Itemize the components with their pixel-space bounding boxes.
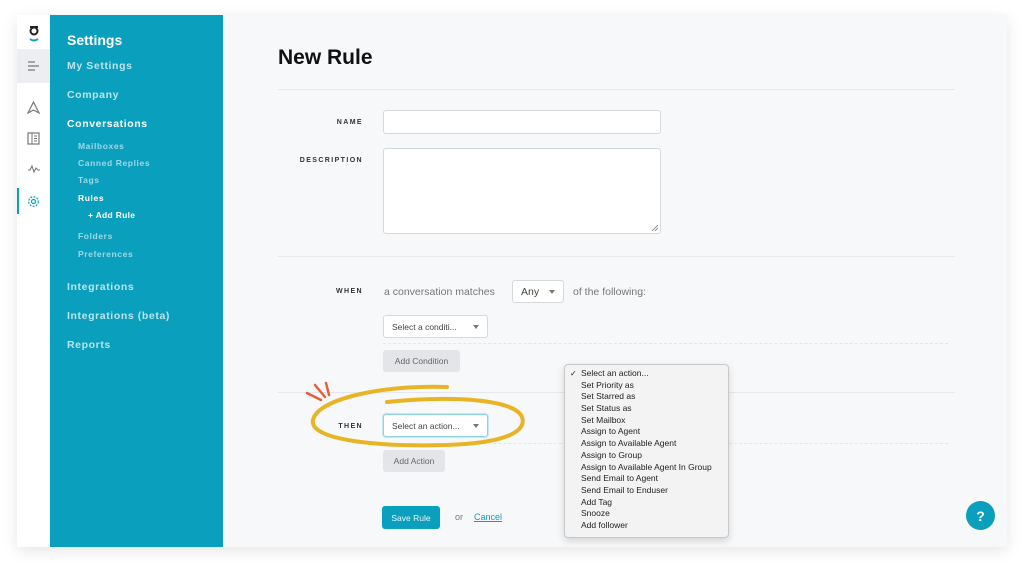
dropdown-option[interactable]: Assign to Available Agent: [565, 438, 728, 450]
sidebar-subitem-add-rule[interactable]: + Add Rule: [88, 210, 135, 220]
checkmark-icon: ✓: [570, 369, 577, 378]
dropdown-option[interactable]: Add Tag: [565, 497, 728, 509]
dropdown-option[interactable]: Set Status as: [565, 403, 728, 415]
dropdown-option[interactable]: Snooze: [565, 508, 728, 520]
sidebar-title: Settings: [67, 32, 123, 48]
description-textarea[interactable]: [383, 148, 661, 234]
cancel-link[interactable]: Cancel: [474, 512, 502, 522]
dropdown-option[interactable]: Send Email to Agent: [565, 473, 728, 485]
when-prefix-text: a conversation matches: [384, 286, 495, 298]
activity-icon[interactable]: [17, 157, 50, 181]
sidebar-item-integrations-beta[interactable]: Integrations (beta): [67, 310, 170, 322]
resize-handle[interactable]: [652, 225, 658, 231]
description-label: DESCRIPTION: [299, 157, 363, 164]
section-divider: [278, 256, 955, 257]
dropdown-option[interactable]: Add follower: [565, 520, 728, 532]
dropdown-option[interactable]: Assign to Available Agent In Group: [565, 462, 728, 474]
sidebar-subitem-tags[interactable]: Tags: [78, 175, 100, 185]
sidebar-subitem-folders[interactable]: Folders: [78, 231, 113, 241]
chevron-down-icon: [473, 324, 479, 329]
sidebar-item-company[interactable]: Company: [67, 89, 119, 101]
chevron-down-icon: [473, 423, 479, 428]
when-suffix-text: of the following:: [573, 286, 646, 298]
dropdown-option[interactable]: Assign to Group: [565, 450, 728, 462]
match-select[interactable]: Any: [512, 280, 564, 303]
chevron-down-icon: [549, 289, 555, 294]
sidebar-subitem-mailboxes[interactable]: Mailboxes: [78, 141, 125, 151]
name-input[interactable]: [383, 110, 661, 134]
icon-rail: [17, 15, 50, 547]
sidebar-subitem-canned-replies[interactable]: Canned Replies: [78, 158, 150, 168]
condition-select-value: Select a conditi...: [392, 321, 457, 332]
action-select-value: Select an action...: [392, 420, 460, 431]
help-button[interactable]: ?: [966, 501, 995, 530]
add-action-button[interactable]: Add Action: [383, 450, 445, 472]
name-label: NAME: [336, 119, 363, 126]
settings-sidebar: Settings My Settings Company Conversatio…: [50, 15, 223, 547]
then-label: THEN: [338, 423, 363, 430]
dropdown-option[interactable]: ✓ Select an action...: [565, 368, 728, 380]
app-window: Settings My Settings Company Conversatio…: [17, 15, 1007, 547]
action-select[interactable]: Select an action...: [383, 414, 488, 437]
action-dropdown-menu: ✓ Select an action... Set Priority as Set…: [564, 364, 729, 538]
page-title: New Rule: [278, 46, 373, 69]
sidebar-item-conversations[interactable]: Conversations: [67, 118, 148, 130]
title-divider: [278, 89, 955, 90]
sidebar-item-reports[interactable]: Reports: [67, 339, 111, 351]
sidebar-item-my-settings[interactable]: My Settings: [67, 60, 133, 72]
when-label: WHEN: [336, 288, 363, 295]
send-icon[interactable]: [17, 95, 50, 119]
book-icon[interactable]: [17, 126, 50, 150]
dropdown-option[interactable]: Assign to Agent: [565, 426, 728, 438]
or-text: or: [455, 512, 464, 522]
dropdown-option[interactable]: Set Priority as: [565, 380, 728, 392]
sidebar-subitem-rules[interactable]: Rules: [78, 193, 104, 203]
sidebar-item-integrations[interactable]: Integrations: [67, 281, 134, 293]
match-select-value: Any: [521, 285, 540, 298]
dropdown-option[interactable]: Set Starred as: [565, 391, 728, 403]
sidebar-subitem-preferences[interactable]: Preferences: [78, 249, 133, 259]
dropdown-option[interactable]: Send Email to Enduser: [565, 485, 728, 497]
gear-icon[interactable]: [17, 189, 50, 213]
condition-separator: [383, 343, 948, 344]
dropdown-option[interactable]: Set Mailbox: [565, 415, 728, 427]
condition-select[interactable]: Select a conditi...: [383, 315, 488, 338]
menu-icon[interactable]: [17, 49, 50, 83]
add-condition-button[interactable]: Add Condition: [383, 350, 460, 372]
logo-icon[interactable]: [17, 19, 50, 49]
save-rule-button[interactable]: Save Rule: [382, 506, 440, 529]
